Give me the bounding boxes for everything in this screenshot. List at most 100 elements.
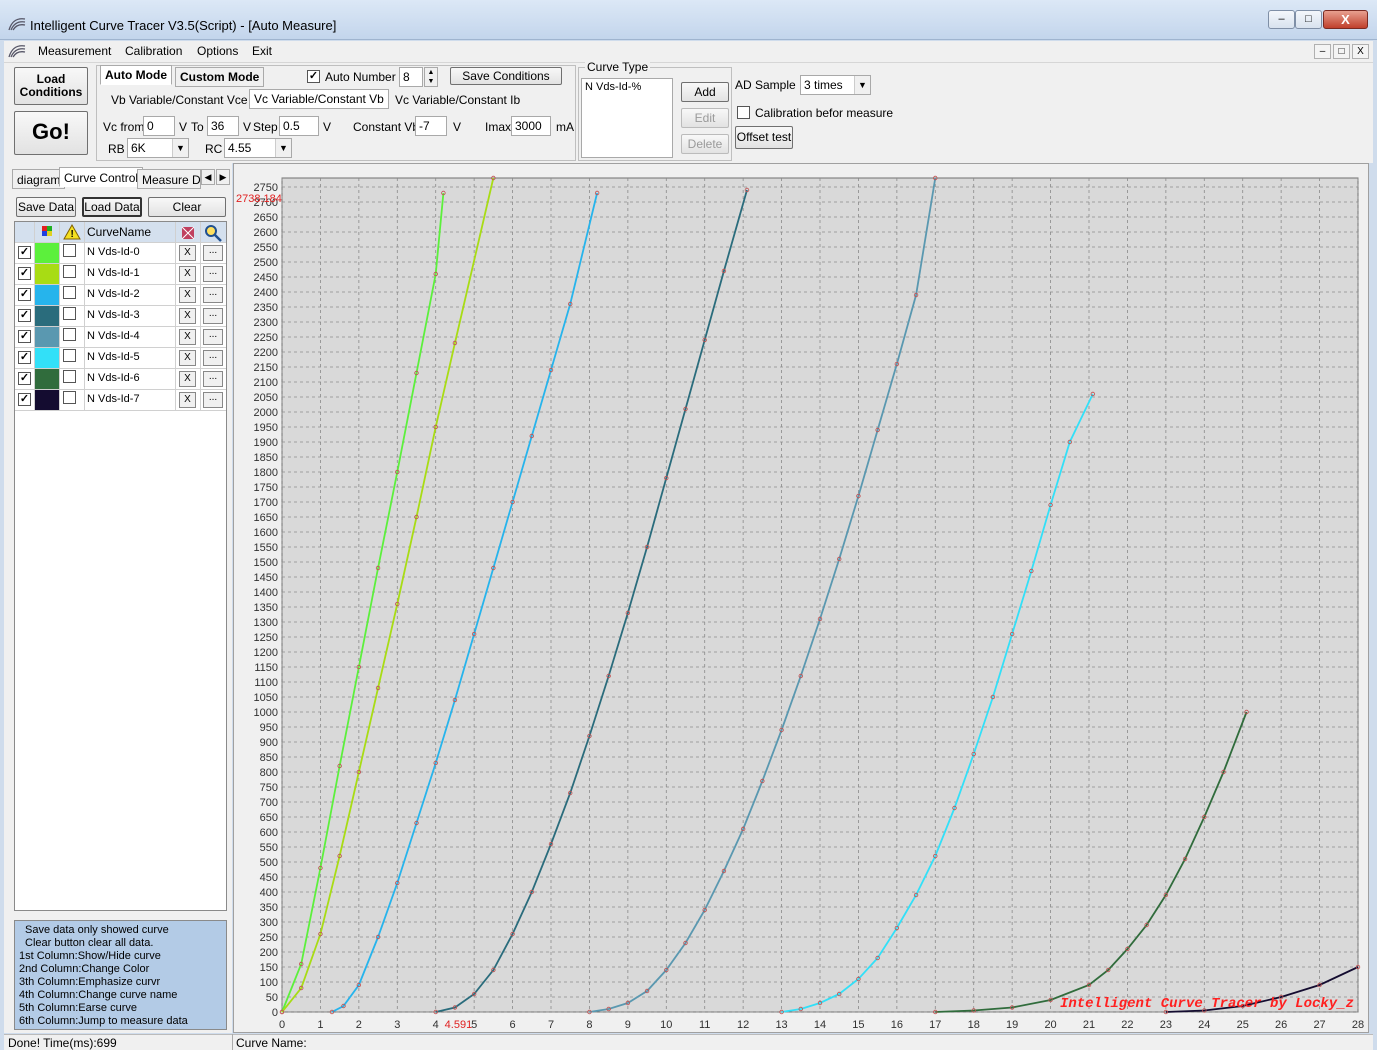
emphasize-checkbox[interactable] <box>63 307 76 320</box>
constant-vb-input[interactable]: -7 <box>415 116 447 136</box>
load-data-button[interactable]: Load Data <box>82 197 142 217</box>
menu-options[interactable]: Options <box>197 44 238 58</box>
show-curve-checkbox[interactable]: ✓ <box>18 372 31 385</box>
mdi-minimize-button[interactable]: – <box>1314 44 1331 59</box>
save-data-button[interactable]: Save Data <box>16 197 76 217</box>
close-button[interactable]: X <box>1323 10 1368 29</box>
auto-number-checkbox[interactable]: ✓ <box>307 70 320 83</box>
erase-curve-button[interactable]: X <box>179 287 196 303</box>
go-button[interactable]: Go! <box>14 111 88 155</box>
erase-curve-button[interactable]: X <box>179 308 196 324</box>
curve-name[interactable]: N Vds-Id-2 <box>85 285 176 306</box>
tab-scroll-left-icon[interactable]: ◀ <box>201 169 215 185</box>
chart-panel[interactable]: 0 1 2 3 4 5 6 7 8 9 10 11 12 13 14 15 16 17 18 19 20 21 22 23 24… <box>233 163 1369 1033</box>
show-cell: ✓ <box>15 327 35 348</box>
tab-custom-mode[interactable]: Custom Mode <box>175 67 265 87</box>
curve-name[interactable]: N Vds-Id-3 <box>85 306 176 327</box>
curve-color-swatch[interactable] <box>35 327 59 347</box>
step-input[interactable]: 0.5 <box>279 116 319 136</box>
curve-type-item[interactable]: N Vds-Id-% <box>585 81 641 93</box>
jump-to-data-button[interactable]: ... <box>203 329 223 345</box>
menu-calibration[interactable]: Calibration <box>125 44 182 58</box>
curve-name[interactable]: N Vds-Id-1 <box>85 264 176 285</box>
curve-color-swatch[interactable] <box>35 285 59 305</box>
add-button[interactable]: Add <box>681 82 729 102</box>
emphasize-checkbox[interactable] <box>63 391 76 404</box>
show-curve-checkbox[interactable]: ✓ <box>18 351 31 364</box>
tab-curve-control[interactable]: Curve Control <box>59 167 144 187</box>
rc-select[interactable]: 4.55 ▼ <box>224 138 292 158</box>
curve-color-swatch[interactable] <box>35 348 59 368</box>
edit-button[interactable]: Edit <box>681 108 729 128</box>
curve-color-swatch[interactable] <box>35 390 59 410</box>
auto-number-spinner[interactable]: ▲ ▼ <box>424 67 438 87</box>
jump-to-data-button[interactable]: ... <box>203 308 223 324</box>
restore-button[interactable]: □ <box>1295 10 1322 29</box>
curve-color-swatch[interactable] <box>35 264 59 284</box>
show-curve-checkbox[interactable]: ✓ <box>18 393 31 406</box>
erase-curve-button[interactable]: X <box>179 266 196 282</box>
jump-to-data-button[interactable]: ... <box>203 392 223 408</box>
calibration-checkbox[interactable] <box>737 106 750 119</box>
jump-to-data-button[interactable]: ... <box>203 266 223 282</box>
svg-text:!: ! <box>71 229 74 240</box>
subtab-vc-variable-constant-vb[interactable]: Vc Variable/Constant Vb <box>249 89 389 109</box>
to-input[interactable]: 36 <box>207 116 239 136</box>
jump-to-data-button[interactable]: ... <box>203 287 223 303</box>
erase-curve-button[interactable]: X <box>179 245 196 261</box>
curve-name[interactable]: N Vds-Id-5 <box>85 348 176 369</box>
offset-test-button[interactable]: Offset test <box>735 126 793 149</box>
erase-curve-button[interactable]: X <box>179 392 196 408</box>
y-tick-label: 100 <box>260 977 278 989</box>
jump-to-data-button[interactable]: ... <box>203 350 223 366</box>
menu-exit[interactable]: Exit <box>252 44 272 58</box>
ad-sample-select[interactable]: 3 times ▼ <box>800 75 871 95</box>
tab-scroll-right-icon[interactable]: ▶ <box>216 169 230 185</box>
curve-name[interactable]: N Vds-Id-7 <box>85 390 176 411</box>
rb-select[interactable]: 6K ▼ <box>127 138 189 158</box>
imax-input[interactable]: 3000 <box>511 116 551 136</box>
curve-name[interactable]: N Vds-Id-6 <box>85 369 176 390</box>
subtab-vb-variable[interactable]: Vb Variable/Constant Vce <box>111 93 248 107</box>
minimize-button[interactable]: – <box>1268 10 1295 29</box>
menu-measurement[interactable]: Measurement <box>38 44 111 58</box>
clear-button[interactable]: Clear <box>148 197 226 217</box>
x-tick-label: 14 <box>814 1019 826 1031</box>
show-curve-checkbox[interactable]: ✓ <box>18 330 31 343</box>
mdi-close-button[interactable]: X <box>1352 44 1369 59</box>
auto-number-input[interactable]: 8 <box>399 67 423 87</box>
iv-curve-chart[interactable]: 0 1 2 3 4 5 6 7 8 9 10 11 12 13 14 15 16 17 18 19 20 21 22 23 24… <box>234 164 1368 1032</box>
emphasize-checkbox[interactable] <box>63 244 76 257</box>
mdi-restore-button[interactable]: □ <box>1333 44 1350 59</box>
tab-auto-mode[interactable]: Auto Mode <box>100 65 172 85</box>
emphasize-checkbox[interactable] <box>63 349 76 362</box>
show-curve-checkbox[interactable]: ✓ <box>18 309 31 322</box>
subtab-vc-variable-constant-ib[interactable]: Vc Variable/Constant Ib <box>395 93 520 107</box>
save-conditions-button[interactable]: Save Conditions <box>450 67 562 85</box>
delete-button[interactable]: Delete <box>681 134 729 154</box>
erase-curve-button[interactable]: X <box>179 371 196 387</box>
emphasize-checkbox[interactable] <box>63 265 76 278</box>
emphasize-checkbox[interactable] <box>63 328 76 341</box>
show-curve-checkbox[interactable]: ✓ <box>18 288 31 301</box>
curve-color-swatch[interactable] <box>35 369 59 389</box>
jump-to-data-button[interactable]: ... <box>203 371 223 387</box>
load-conditions-button[interactable]: Load Conditions <box>14 67 88 105</box>
jump-to-data-button[interactable]: ... <box>203 245 223 261</box>
curve-color-swatch[interactable] <box>35 306 59 326</box>
curve-name[interactable]: N Vds-Id-4 <box>85 327 176 348</box>
erase-curve-button[interactable]: X <box>179 350 196 366</box>
tab-diagram[interactable]: diagram <box>12 169 66 189</box>
curve-color-swatch[interactable] <box>35 243 59 263</box>
tab-measure-data[interactable]: Measure Da <box>137 169 201 189</box>
curve-type-list[interactable]: N Vds-Id-% <box>581 78 673 158</box>
emphasize-checkbox[interactable] <box>63 286 76 299</box>
emphasize-checkbox[interactable] <box>63 370 76 383</box>
erase-curve-button[interactable]: X <box>179 329 196 345</box>
vc-from-input[interactable]: 0 <box>143 116 175 136</box>
y-tick-label: 2350 <box>254 302 278 314</box>
ad-sample-value: 3 times <box>804 78 843 92</box>
show-curve-checkbox[interactable]: ✓ <box>18 267 31 280</box>
show-curve-checkbox[interactable]: ✓ <box>18 246 31 259</box>
curve-name[interactable]: N Vds-Id-0 <box>85 243 176 264</box>
